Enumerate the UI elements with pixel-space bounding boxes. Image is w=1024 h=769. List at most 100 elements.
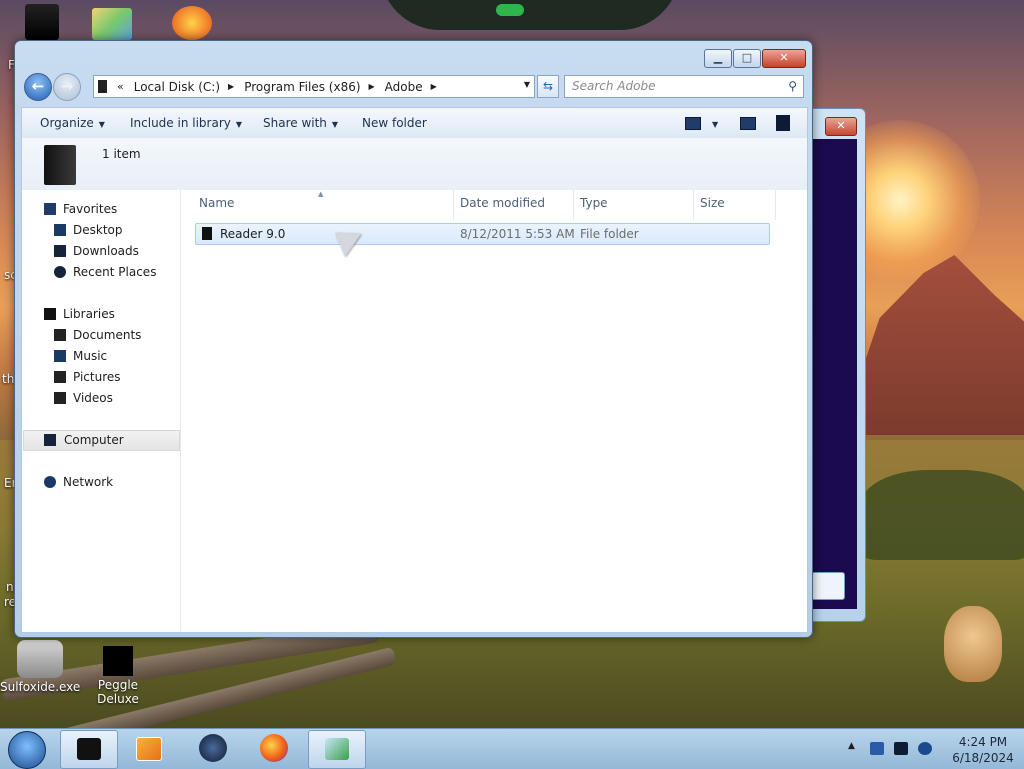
background-dialog-body: [811, 139, 857, 609]
desktop-icon-media[interactable]: [152, 6, 232, 42]
nav-downloads[interactable]: Downloads: [22, 242, 180, 261]
refresh-button[interactable]: ⇆: [537, 75, 559, 98]
folder-large-icon: [44, 145, 76, 185]
nav-label: Pictures: [73, 370, 121, 384]
breadcrumb-arrow-icon[interactable]: ▶: [431, 82, 437, 91]
nav-computer[interactable]: Computer: [23, 430, 180, 451]
column-header-date-modified[interactable]: Date modified: [460, 196, 545, 218]
nav-network[interactable]: Network: [22, 473, 180, 492]
show-hidden-icons[interactable]: ▲: [848, 741, 855, 751]
breadcrumb-arrow-icon[interactable]: ▶: [369, 82, 375, 91]
back-button[interactable]: ←: [24, 73, 52, 101]
tray-app-icon[interactable]: [870, 742, 884, 755]
taskbar-app-globe[interactable]: [185, 730, 241, 767]
nav-videos[interactable]: Videos: [22, 389, 180, 408]
column-header-size[interactable]: Size: [700, 196, 725, 218]
nav-recent-places[interactable]: Recent Places: [22, 263, 180, 282]
include-in-library-menu[interactable]: Include in library ▼: [130, 116, 242, 130]
details-header: 1 item: [22, 138, 807, 191]
search-box[interactable]: Search Adobe ⚲: [564, 75, 804, 98]
chevron-down-icon: ▼: [98, 120, 105, 129]
sort-ascending-icon: ▲: [318, 190, 324, 198]
search-input[interactable]: Search Adobe: [572, 79, 655, 93]
trees: [860, 470, 1024, 560]
breadcrumb-arrow-icon[interactable]: ▶: [228, 82, 234, 91]
column-divider[interactable]: [693, 190, 694, 220]
maximize-button[interactable]: □: [733, 49, 761, 68]
globe-icon: [199, 734, 227, 762]
explorer-window[interactable]: ▁ □ ✕ ← → « Local Disk (C:) ▶ Program Fi…: [14, 40, 813, 638]
folder-icon: [202, 227, 212, 240]
change-view-icon[interactable]: [685, 117, 701, 130]
new-folder-button[interactable]: New folder: [362, 116, 427, 130]
installer-icon: [325, 738, 349, 760]
taskbar-installer[interactable]: [308, 730, 366, 769]
chevron-down-icon: ▼: [331, 120, 339, 129]
chevron-down-icon: ▼: [235, 120, 243, 129]
nav-pictures[interactable]: Pictures: [22, 368, 180, 387]
volume-tray-icon[interactable]: [918, 742, 932, 755]
address-dropdown-icon[interactable]: ▼: [524, 80, 530, 89]
background-dialog-close-button[interactable]: ✕: [825, 117, 857, 136]
background-dialog-button[interactable]: [811, 572, 845, 600]
network-icon: [44, 476, 56, 488]
breadcrumb-adobe[interactable]: Adobe: [385, 80, 423, 94]
nav-desktop[interactable]: Desktop: [22, 221, 180, 240]
taskbar-firefox[interactable]: [246, 730, 302, 767]
mountain: [840, 255, 1024, 435]
file-row[interactable]: Reader 9.0 8/12/2011 5:53 AM File folder: [195, 223, 770, 245]
caption-buttons: ▁ □ ✕: [704, 49, 806, 68]
desktop-icon: [54, 224, 66, 236]
breadcrumb-local-disk[interactable]: Local Disk (C:): [134, 80, 220, 94]
clock[interactable]: 4:24 PM 6/18/2024: [948, 734, 1018, 766]
taskbar: ▲ 4:24 PM 6/18/2024: [0, 728, 1024, 769]
close-button[interactable]: ✕: [762, 49, 806, 68]
pictures-icon: [54, 371, 66, 383]
nav-music[interactable]: Music: [22, 347, 180, 366]
taskbar-explorer[interactable]: [60, 730, 118, 769]
preview-pane-icon[interactable]: [740, 117, 756, 130]
network-tray-icon[interactable]: [894, 742, 908, 755]
desktop-icon-library[interactable]: [72, 8, 152, 42]
nav-label: Documents: [73, 328, 142, 342]
nav-label: Videos: [73, 391, 113, 405]
peggle-icon: [103, 646, 133, 676]
minimize-button[interactable]: ▁: [704, 49, 732, 68]
taskbar-media-player[interactable]: [120, 730, 176, 767]
forward-button[interactable]: →: [53, 73, 81, 101]
share-with-menu[interactable]: Share with ▼: [263, 116, 338, 130]
media-icon: [172, 6, 212, 40]
hamster-gadget[interactable]: [944, 606, 1002, 682]
address-overflow[interactable]: «: [117, 80, 124, 93]
desktop-icon-label: Sulfoxide.exe: [0, 680, 81, 694]
item-count: 1 item: [102, 147, 141, 161]
view-options-dropdown[interactable]: ▼: [707, 116, 718, 130]
desktop-icon-peggle[interactable]: Peggle Deluxe: [78, 640, 158, 706]
include-in-library-label: Include in library: [130, 116, 231, 130]
column-header-name[interactable]: Name: [199, 196, 234, 218]
column-divider[interactable]: [453, 190, 454, 220]
file-date-modified: 8/12/2011 5:53 AM: [460, 227, 575, 241]
nav-favorites[interactable]: Favorites: [22, 200, 180, 219]
system-tray: ▲ 4:24 PM 6/18/2024: [834, 729, 1024, 769]
desktop-icon-recycle-bin[interactable]: [2, 4, 82, 42]
organize-menu[interactable]: Organize ▼: [40, 116, 105, 130]
breadcrumb-program-files[interactable]: Program Files (x86): [244, 80, 360, 94]
sulfoxide-icon: [17, 640, 63, 678]
search-icon[interactable]: ⚲: [788, 79, 797, 93]
recycle-bin-icon: [25, 4, 59, 40]
column-header-type[interactable]: Type: [580, 196, 608, 218]
help-icon[interactable]: [776, 115, 790, 131]
videos-icon: [54, 392, 66, 404]
nav-libraries[interactable]: Libraries: [22, 305, 180, 324]
start-button[interactable]: [8, 731, 46, 769]
navigation-bar: ← → « Local Disk (C:) ▶ Program Files (x…: [21, 72, 806, 101]
nav-label: Downloads: [73, 244, 139, 258]
libraries-icon: [44, 308, 56, 320]
column-divider[interactable]: [775, 190, 776, 220]
nav-documents[interactable]: Documents: [22, 326, 180, 345]
desktop-label-fragment: th: [2, 372, 15, 386]
column-divider[interactable]: [573, 190, 574, 220]
desktop-icon-sulfoxide[interactable]: Sulfoxide.exe: [0, 640, 80, 694]
address-bar[interactable]: « Local Disk (C:) ▶ Program Files (x86) …: [93, 75, 535, 98]
